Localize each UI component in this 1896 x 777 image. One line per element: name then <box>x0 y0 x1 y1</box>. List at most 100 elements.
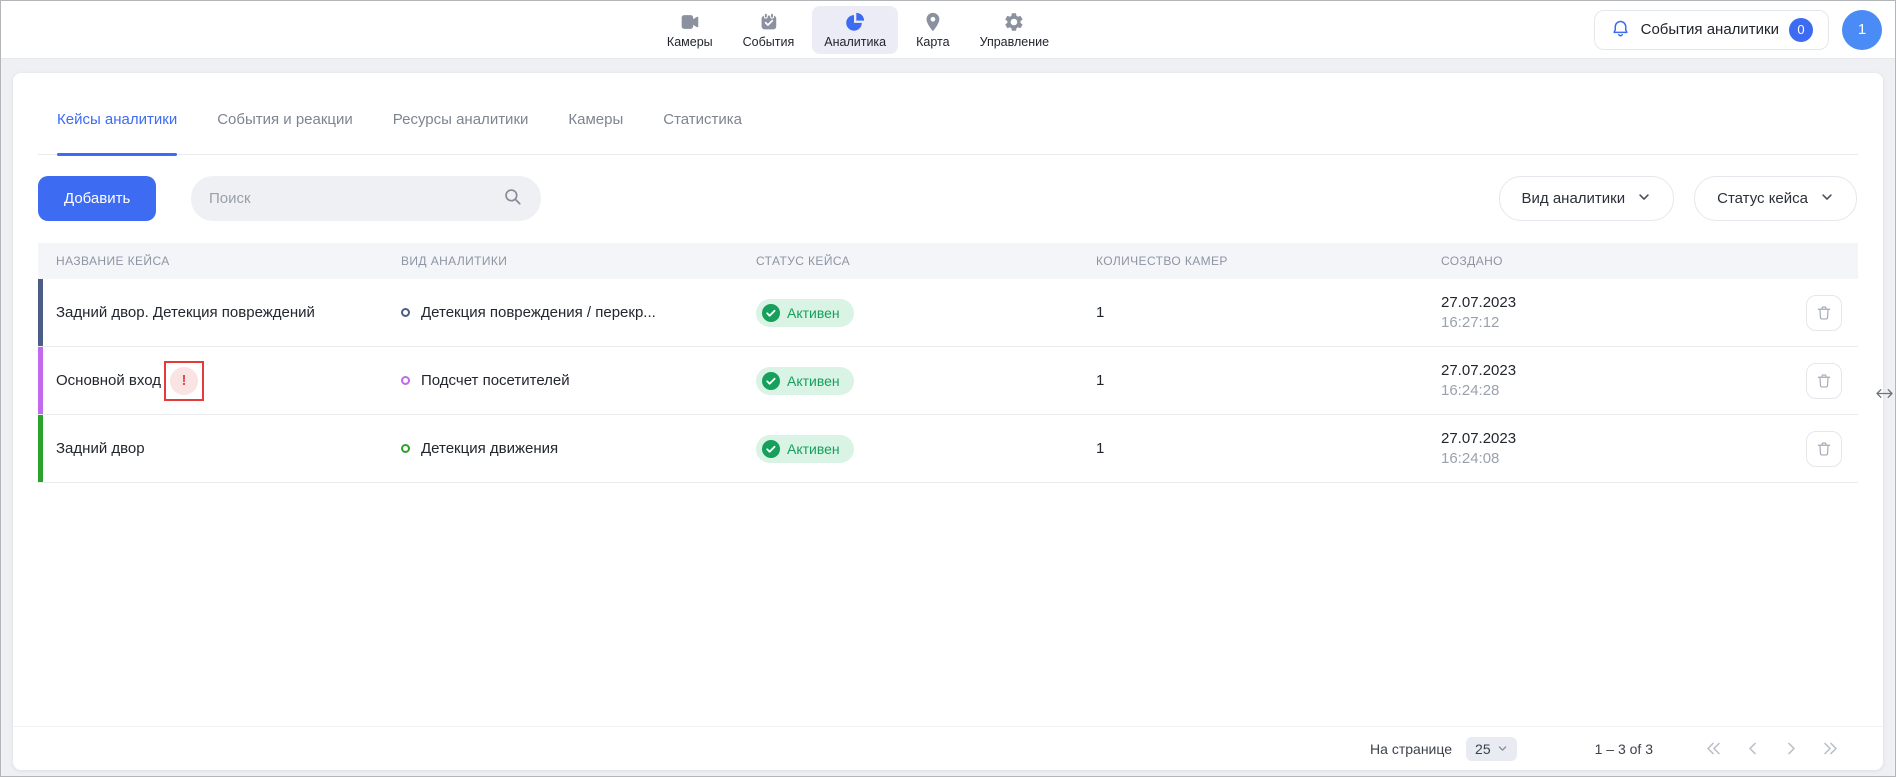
table-row[interactable]: Основной вход ! Подсчет посетителей Акти… <box>38 347 1858 415</box>
nav-label: События <box>743 35 795 49</box>
nav-item-cameras[interactable]: Камеры <box>655 6 725 54</box>
check-circle-icon <box>762 440 780 458</box>
status-cell: Активен <box>756 367 1096 395</box>
table-header: НАЗВАНИЕ КЕЙСА ВИД АНАЛИТИКИ СТАТУС КЕЙС… <box>38 243 1858 279</box>
chevron-right-icon <box>1783 741 1800 756</box>
analytics-events-button[interactable]: События аналитики 0 <box>1594 10 1829 50</box>
chevron-down-icon <box>1637 190 1651 208</box>
first-page-button[interactable] <box>1705 741 1722 756</box>
created-cell: 27.07.2023 16:27:12 <box>1441 293 1788 333</box>
status-label: Активен <box>787 373 840 389</box>
double-chevron-right-icon <box>1822 741 1839 756</box>
nav-item-events[interactable]: События <box>731 6 807 54</box>
filter-label: Статус кейса <box>1717 190 1808 207</box>
status-badge: Активен <box>756 299 854 327</box>
analytics-icon <box>844 11 866 33</box>
nav-item-management[interactable]: Управление <box>968 6 1062 54</box>
column-header-created: СОЗДАНО <box>1441 254 1788 268</box>
double-chevron-left-icon <box>1705 741 1722 756</box>
pager-controls <box>1705 741 1839 756</box>
last-page-button[interactable] <box>1822 741 1839 756</box>
search-icon[interactable] <box>502 186 523 212</box>
chevron-left-icon <box>1744 741 1761 756</box>
pagination-bar: На странице 25 1 – 3 of 3 <box>13 726 1883 770</box>
tab-analytics-resources[interactable]: Ресурсы аналитики <box>393 103 529 154</box>
created-date: 27.07.2023 <box>1441 361 1788 381</box>
trash-icon <box>1815 440 1833 458</box>
status-badge: Активен <box>756 435 854 463</box>
pagination-range: 1 – 3 of 3 <box>1595 741 1653 757</box>
events-count-badge: 0 <box>1789 18 1813 42</box>
status-cell: Активен <box>756 435 1096 463</box>
tab-label: Кейсы аналитики <box>57 111 177 128</box>
search-field <box>191 176 541 221</box>
delete-case-button[interactable] <box>1806 295 1842 331</box>
trash-icon <box>1815 304 1833 322</box>
column-header-type: ВИД АНАЛИТИКИ <box>401 254 756 268</box>
column-header-name: НАЗВАНИЕ КЕЙСА <box>38 254 401 268</box>
row-accent-bar <box>38 415 43 482</box>
created-date: 27.07.2023 <box>1441 293 1788 313</box>
nav-label: Управление <box>980 35 1050 49</box>
tabs-bar: Кейсы аналитики События и реакции Ресурс… <box>38 103 1858 155</box>
filter-label: Вид аналитики <box>1522 190 1626 207</box>
camera-icon <box>679 11 701 33</box>
case-name: Основной вход <box>56 372 161 389</box>
actions-cell <box>1788 295 1858 331</box>
actions-cell <box>1788 431 1858 467</box>
column-header-status: СТАТУС КЕЙСА <box>756 254 1096 268</box>
cameras-count: 1 <box>1096 440 1441 457</box>
created-time: 16:24:28 <box>1441 381 1788 401</box>
analytics-type-ring-icon <box>401 376 410 385</box>
case-status-filter[interactable]: Статус кейса <box>1694 176 1857 221</box>
bell-icon <box>1610 18 1631 42</box>
tab-analytics-cases[interactable]: Кейсы аналитики <box>57 103 177 154</box>
delete-case-button[interactable] <box>1806 363 1842 399</box>
analytics-type-filter[interactable]: Вид аналитики <box>1499 176 1675 221</box>
analytics-type-ring-icon <box>401 444 410 453</box>
settings-icon <box>1003 11 1025 33</box>
analytics-type: Подсчет посетителей <box>421 372 570 389</box>
per-page-value: 25 <box>1475 741 1491 757</box>
content-card: Кейсы аналитики События и реакции Ресурс… <box>13 73 1883 770</box>
user-avatar[interactable]: 1 <box>1842 10 1882 50</box>
search-input[interactable] <box>209 190 502 207</box>
column-header-cameras: КОЛИЧЕСТВО КАМЕР <box>1096 254 1441 268</box>
add-button[interactable]: Добавить <box>38 176 156 221</box>
tab-cameras[interactable]: Камеры <box>568 103 623 154</box>
alert-highlight-box: ! <box>164 361 204 401</box>
status-label: Активен <box>787 305 840 321</box>
tab-statistics[interactable]: Статистика <box>663 103 742 154</box>
map-icon <box>922 11 944 33</box>
case-name-cell: Основной вход ! <box>38 361 401 401</box>
tab-label: События и реакции <box>217 111 353 128</box>
nav-label: Аналитика <box>824 35 886 49</box>
app-window: Камеры События Аналитика Карта <box>0 0 1896 777</box>
nav-item-map[interactable]: Карта <box>904 6 961 54</box>
case-name-cell: Задний двор <box>38 440 401 457</box>
nav-item-analytics[interactable]: Аналитика <box>812 6 898 54</box>
events-icon <box>757 11 779 33</box>
status-badge: Активен <box>756 367 854 395</box>
analytics-type-ring-icon <box>401 308 410 317</box>
delete-case-button[interactable] <box>1806 431 1842 467</box>
created-cell: 27.07.2023 16:24:28 <box>1441 361 1788 401</box>
analytics-type: Детекция движения <box>421 440 558 457</box>
prev-page-button[interactable] <box>1744 741 1761 756</box>
table-row[interactable]: Задний двор. Детекция повреждений Детекц… <box>38 279 1858 347</box>
case-name: Задний двор <box>56 440 145 457</box>
row-accent-bar <box>38 279 43 346</box>
case-name-cell: Задний двор. Детекция повреждений <box>38 304 401 321</box>
tab-label: Статистика <box>663 111 742 128</box>
per-page-select[interactable]: 25 <box>1466 737 1517 761</box>
actions-cell <box>1788 363 1858 399</box>
tab-events-reactions[interactable]: События и реакции <box>217 103 353 154</box>
next-page-button[interactable] <box>1783 741 1800 756</box>
main-navigation: Камеры События Аналитика Карта <box>655 6 1061 54</box>
filters-group: Вид аналитики Статус кейса <box>1499 176 1857 221</box>
check-circle-icon <box>762 372 780 390</box>
warning-icon[interactable]: ! <box>170 367 198 395</box>
created-date: 27.07.2023 <box>1441 429 1788 449</box>
table-row[interactable]: Задний двор Детекция движения Активен 1 … <box>38 415 1858 483</box>
created-cell: 27.07.2023 16:24:08 <box>1441 429 1788 469</box>
